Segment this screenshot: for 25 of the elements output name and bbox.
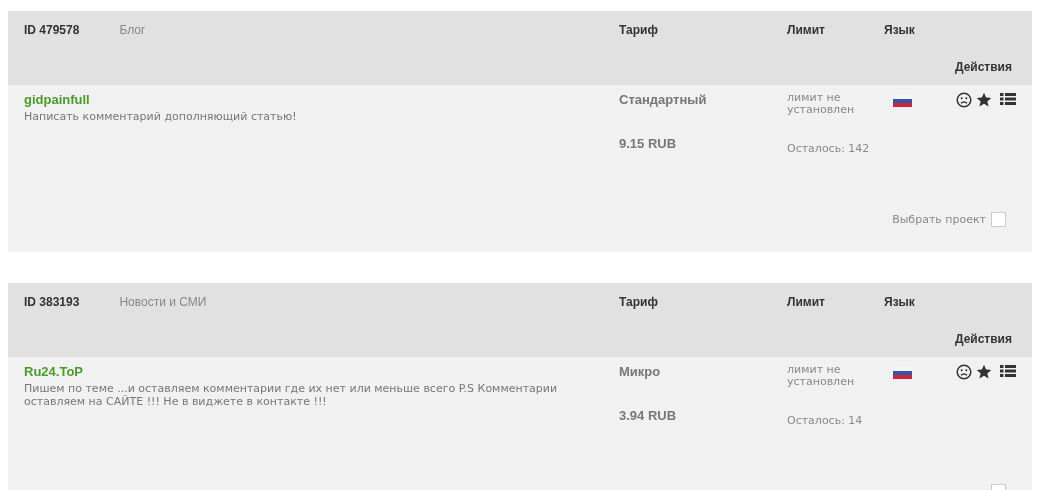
column-header: Язык [884, 294, 916, 309]
project-id: ID 383193 [24, 294, 80, 309]
remaining-text: Осталось: 14 [787, 415, 863, 427]
tariff-name: Микро [619, 364, 661, 379]
project-name-link[interactable]: gidpainfull [24, 92, 90, 107]
project-id: ID 479578 [24, 22, 80, 37]
column-header: Тариф [619, 22, 659, 37]
project-description: Пишем по теме ...и оставляем комментарии где их нет или меньше всего P.S Комментарии оставляем на САЙТЕ !!! Не в виджете в контакте !!! [24, 382, 559, 408]
select-project-label: Выбрать проект [892, 213, 986, 226]
project-description: Написать комментарий дополняющий статью! [24, 110, 297, 123]
column-header: Лимит [787, 294, 826, 309]
column-header: Лимит [787, 22, 826, 37]
limit-text: лимит не установлен [787, 364, 856, 388]
limit-text: лимит не установлен [787, 92, 856, 116]
project-category: Блог [119, 22, 146, 37]
column-header: Действия [954, 59, 1012, 74]
column-header: Действия [954, 331, 1012, 346]
tariff-name: Стандартный [619, 92, 707, 107]
project-category: Новости и СМИ [119, 294, 207, 309]
column-header: Язык [884, 22, 916, 37]
column-header: Тариф [619, 294, 659, 309]
remaining-text: Осталось: 142 [787, 143, 870, 155]
project-name-link[interactable]: Ru24.ToP [24, 364, 83, 379]
price: 3.94 RUB [619, 408, 677, 423]
price: 9.15 RUB [619, 136, 677, 151]
